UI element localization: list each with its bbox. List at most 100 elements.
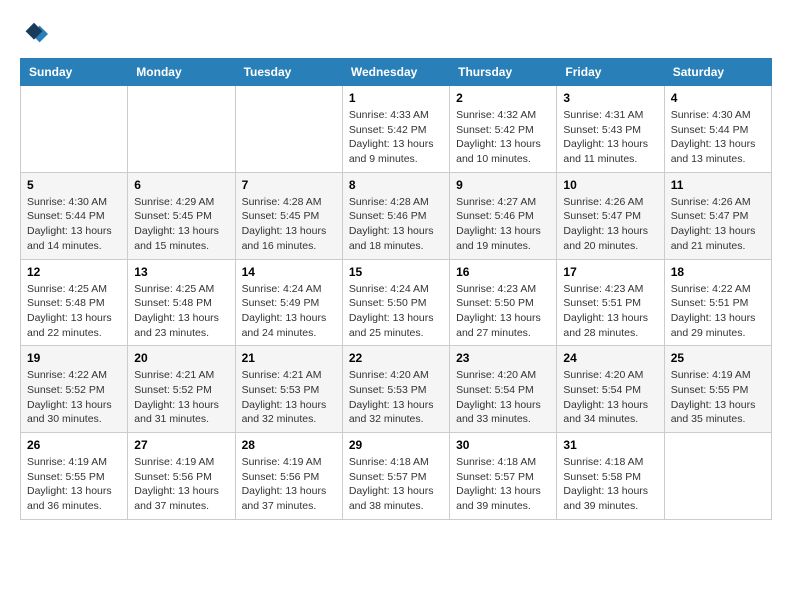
day-number: 22 [349,351,443,365]
weekday-header-tuesday: Tuesday [235,59,342,86]
day-info: Sunrise: 4:18 AMSunset: 5:58 PMDaylight:… [563,455,657,514]
day-cell [235,86,342,173]
day-number: 10 [563,178,657,192]
day-number: 3 [563,91,657,105]
day-cell: 23 Sunrise: 4:20 AMSunset: 5:54 PMDayligh… [450,346,557,433]
day-info: Sunrise: 4:31 AMSunset: 5:43 PMDaylight:… [563,108,657,167]
calendar: SundayMondayTuesdayWednesdayThursdayFrid… [20,58,772,520]
day-cell: 15Sunrise: 4:24 AMSunset: 5:50 PMDayligh… [342,259,449,346]
day-cell: 8 Sunrise: 4:28 AMSunset: 5:46 PMDaylight… [342,172,449,259]
day-number: 21 [242,351,336,365]
day-cell: 30 Sunrise: 4:18 AMSunset: 5:57 PMDayligh… [450,433,557,520]
day-cell: 19 Sunrise: 4:22 AMSunset: 5:52 PMDayligh… [21,346,128,433]
day-cell: 7 Sunrise: 4:28 AMSunset: 5:45 PMDaylight… [235,172,342,259]
day-info: Sunrise: 4:33 AMSunset: 5:42 PMDaylight:… [349,108,443,167]
day-cell: 18Sunrise: 4:22 AMSunset: 5:51 PMDayligh… [664,259,771,346]
day-cell: 25 Sunrise: 4:19 AMSunset: 5:55 PMDayligh… [664,346,771,433]
weekday-header-friday: Friday [557,59,664,86]
logo [20,20,52,48]
day-info: Sunrise: 4:25 AMSunset: 5:48 PMDaylight:… [134,282,228,341]
weekday-header-sunday: Sunday [21,59,128,86]
day-info: Sunrise: 4:21 AMSunset: 5:53 PMDaylight:… [242,368,336,427]
day-info: Sunrise: 4:29 AMSunset: 5:45 PMDaylight:… [134,195,228,254]
day-number: 18 [671,265,765,279]
day-info: Sunrise: 4:27 AMSunset: 5:46 PMDaylight:… [456,195,550,254]
day-number: 17 [563,265,657,279]
day-cell: 29 Sunrise: 4:18 AMSunset: 5:57 PMDayligh… [342,433,449,520]
day-info: Sunrise: 4:28 AMSunset: 5:45 PMDaylight:… [242,195,336,254]
day-cell: 1 Sunrise: 4:33 AMSunset: 5:42 PMDaylight… [342,86,449,173]
day-info: Sunrise: 4:20 AMSunset: 5:54 PMDaylight:… [563,368,657,427]
day-number: 14 [242,265,336,279]
week-row-2: 5Sunrise: 4:30 AMSunset: 5:44 PMDaylight… [21,172,772,259]
day-cell: 27 Sunrise: 4:19 AMSunset: 5:56 PMDayligh… [128,433,235,520]
day-number: 20 [134,351,228,365]
day-cell [128,86,235,173]
day-cell: 31 Sunrise: 4:18 AMSunset: 5:58 PMDayligh… [557,433,664,520]
weekday-header-wednesday: Wednesday [342,59,449,86]
day-info: Sunrise: 4:24 AMSunset: 5:50 PMDaylight:… [349,282,443,341]
day-info: Sunrise: 4:30 AMSunset: 5:44 PMDaylight:… [27,195,121,254]
day-info: Sunrise: 4:19 AMSunset: 5:56 PMDaylight:… [134,455,228,514]
week-row-1: 1 Sunrise: 4:33 AMSunset: 5:42 PMDaylight… [21,86,772,173]
day-number: 26 [27,438,121,452]
day-cell: 26 Sunrise: 4:19 AMSunset: 5:55 PMDayligh… [21,433,128,520]
day-number: 27 [134,438,228,452]
weekday-header-saturday: Saturday [664,59,771,86]
day-cell: 10 Sunrise: 4:26 AMSunset: 5:47 PMDayligh… [557,172,664,259]
day-number: 19 [27,351,121,365]
day-cell [664,433,771,520]
day-cell: 3 Sunrise: 4:31 AMSunset: 5:43 PMDaylight… [557,86,664,173]
day-number: 29 [349,438,443,452]
day-cell: 28Sunrise: 4:19 AMSunset: 5:56 PMDayligh… [235,433,342,520]
day-number: 6 [134,178,228,192]
day-info: Sunrise: 4:28 AMSunset: 5:46 PMDaylight:… [349,195,443,254]
day-info: Sunrise: 4:19 AMSunset: 5:55 PMDaylight:… [671,368,765,427]
day-info: Sunrise: 4:30 AMSunset: 5:44 PMDaylight:… [671,108,765,167]
day-info: Sunrise: 4:25 AMSunset: 5:48 PMDaylight:… [27,282,121,341]
day-info: Sunrise: 4:23 AMSunset: 5:50 PMDaylight:… [456,282,550,341]
week-row-5: 26 Sunrise: 4:19 AMSunset: 5:55 PMDayligh… [21,433,772,520]
day-cell: 5Sunrise: 4:30 AMSunset: 5:44 PMDaylight… [21,172,128,259]
day-cell: 13Sunrise: 4:25 AMSunset: 5:48 PMDayligh… [128,259,235,346]
day-info: Sunrise: 4:21 AMSunset: 5:52 PMDaylight:… [134,368,228,427]
day-number: 12 [27,265,121,279]
day-number: 23 [456,351,550,365]
week-row-4: 19 Sunrise: 4:22 AMSunset: 5:52 PMDayligh… [21,346,772,433]
day-number: 25 [671,351,765,365]
day-cell: 17 Sunrise: 4:23 AMSunset: 5:51 PMDayligh… [557,259,664,346]
day-info: Sunrise: 4:18 AMSunset: 5:57 PMDaylight:… [456,455,550,514]
day-number: 28 [242,438,336,452]
day-cell: 22 Sunrise: 4:20 AMSunset: 5:53 PMDayligh… [342,346,449,433]
day-number: 24 [563,351,657,365]
day-number: 4 [671,91,765,105]
day-cell: 20 Sunrise: 4:21 AMSunset: 5:52 PMDayligh… [128,346,235,433]
day-cell: 14Sunrise: 4:24 AMSunset: 5:49 PMDayligh… [235,259,342,346]
day-cell: 6 Sunrise: 4:29 AMSunset: 5:45 PMDaylight… [128,172,235,259]
day-cell: 21 Sunrise: 4:21 AMSunset: 5:53 PMDayligh… [235,346,342,433]
day-cell: 24 Sunrise: 4:20 AMSunset: 5:54 PMDayligh… [557,346,664,433]
day-info: Sunrise: 4:22 AMSunset: 5:52 PMDaylight:… [27,368,121,427]
day-number: 16 [456,265,550,279]
day-number: 2 [456,91,550,105]
day-cell [21,86,128,173]
day-cell: 4 Sunrise: 4:30 AMSunset: 5:44 PMDaylight… [664,86,771,173]
day-number: 1 [349,91,443,105]
day-cell: 11Sunrise: 4:26 AMSunset: 5:47 PMDayligh… [664,172,771,259]
day-info: Sunrise: 4:19 AMSunset: 5:55 PMDaylight:… [27,455,121,514]
day-cell: 2Sunrise: 4:32 AMSunset: 5:42 PMDaylight… [450,86,557,173]
day-info: Sunrise: 4:26 AMSunset: 5:47 PMDaylight:… [671,195,765,254]
day-cell: 12 Sunrise: 4:25 AMSunset: 5:48 PMDayligh… [21,259,128,346]
day-cell: 9Sunrise: 4:27 AMSunset: 5:46 PMDaylight… [450,172,557,259]
day-info: Sunrise: 4:18 AMSunset: 5:57 PMDaylight:… [349,455,443,514]
day-info: Sunrise: 4:26 AMSunset: 5:47 PMDaylight:… [563,195,657,254]
day-number: 30 [456,438,550,452]
week-row-3: 12 Sunrise: 4:25 AMSunset: 5:48 PMDayligh… [21,259,772,346]
day-info: Sunrise: 4:20 AMSunset: 5:53 PMDaylight:… [349,368,443,427]
day-number: 7 [242,178,336,192]
day-number: 8 [349,178,443,192]
day-info: Sunrise: 4:23 AMSunset: 5:51 PMDaylight:… [563,282,657,341]
day-info: Sunrise: 4:20 AMSunset: 5:54 PMDaylight:… [456,368,550,427]
day-number: 31 [563,438,657,452]
day-cell: 16 Sunrise: 4:23 AMSunset: 5:50 PMDayligh… [450,259,557,346]
